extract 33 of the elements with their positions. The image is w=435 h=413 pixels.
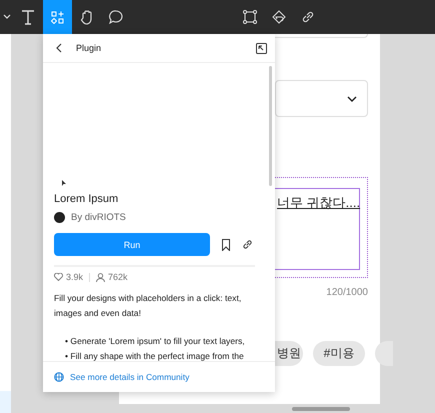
hand-icon — [80, 10, 94, 24]
tag-chip[interactable]: #미용 — [313, 341, 365, 366]
plugin-name: Lorem Ipsum — [54, 193, 120, 205]
diamond-arrow-icon — [272, 10, 286, 24]
comment-icon — [108, 10, 122, 24]
bookmark-icon[interactable] — [222, 238, 230, 250]
community-link[interactable]: See more details in Community — [70, 372, 190, 382]
user-icon — [96, 272, 106, 282]
link-icon — [300, 10, 314, 24]
character-counter: 120/1000 — [326, 287, 368, 298]
plugin-description: Fill your designs with placeholders in a click: text, images and even data! — [54, 292, 242, 320]
cursor-icon — [62, 180, 66, 186]
users-count: 762k — [108, 272, 128, 282]
frame-icon — [242, 10, 256, 24]
bullet-item: • Generate 'Lorem ipsum' to fill your text layers, — [65, 335, 246, 348]
back-icon[interactable] — [56, 43, 62, 53]
chevron-down-icon — [347, 96, 357, 102]
avatar-icon — [54, 212, 65, 223]
bullet-item: • Fill any shape with the perfect image from the — [65, 350, 245, 361]
caret-icon — [2, 14, 10, 20]
text-tool-icon — [21, 10, 35, 24]
dropdown-field[interactable] — [275, 80, 368, 117]
panel-title: Plugin — [76, 43, 102, 53]
likes-count: 3.9k — [66, 272, 84, 282]
scroll-bar[interactable] — [292, 407, 350, 411]
author-name: By divRIOTS — [71, 212, 126, 223]
globe-icon — [54, 372, 64, 382]
heart-icon — [54, 273, 63, 281]
link-icon[interactable] — [242, 239, 253, 250]
scroll-bar[interactable] — [269, 66, 272, 186]
plugin-icon — [51, 10, 64, 24]
tag-chip[interactable]: 병원 — [275, 341, 303, 366]
collapse-icon[interactable] — [256, 42, 267, 54]
